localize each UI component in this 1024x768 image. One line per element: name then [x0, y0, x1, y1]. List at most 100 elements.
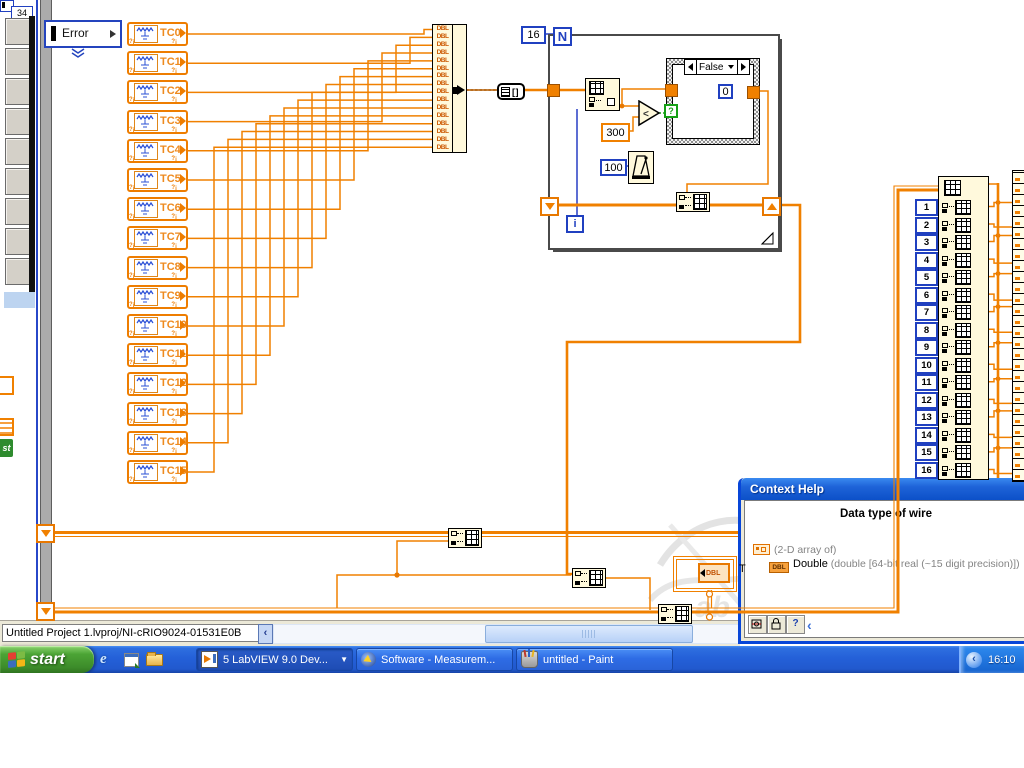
tc-io-node-tc15[interactable]: TC15 ?¡ ?¡ — [127, 460, 188, 484]
index-constant-14[interactable]: 14 — [915, 426, 938, 444]
tc-io-node-tc3[interactable]: TC3 ?¡ ?¡ — [127, 109, 188, 134]
shift-register-left-bottom[interactable] — [36, 602, 55, 621]
index-constant-5[interactable]: 5 — [915, 269, 938, 287]
loop-count-terminal[interactable]: N — [553, 27, 572, 46]
dbl-input-row: DBL — [436, 56, 449, 64]
tc-output-arrow-icon — [180, 86, 186, 97]
tc-output-arrow-icon — [180, 466, 186, 476]
index-constant-10[interactable]: 10 — [915, 356, 938, 374]
tc-mark: ?¡ — [171, 447, 177, 454]
case-value-constant[interactable]: 0 — [718, 84, 733, 99]
taskbar-item-max[interactable]: Software - Measurem... — [356, 648, 513, 671]
array-grid-icon — [955, 322, 971, 338]
case-output-tunnel[interactable] — [747, 86, 760, 99]
case-selector[interactable]: False — [684, 59, 751, 75]
index-constant-4[interactable]: 4 — [915, 251, 938, 269]
dbl-input-row: DBL — [436, 88, 449, 96]
index-constant-9[interactable]: 9 — [915, 339, 938, 357]
index-glyph — [942, 413, 954, 424]
taskbar-item-labview[interactable]: 5 LabVIEW 9.0 Dev... ▼ — [196, 648, 353, 671]
case-dropdown-icon[interactable] — [728, 65, 735, 69]
tc-io-node-tc2[interactable]: TC2 ?¡ ?¡ — [127, 80, 188, 105]
bundle-node-clipped[interactable] — [1012, 170, 1024, 482]
replace-array-subset-node-c[interactable] — [658, 604, 692, 624]
replace-array-subset-node-b[interactable] — [572, 568, 606, 588]
index-glyph — [589, 97, 601, 107]
index-array-node-large[interactable] — [938, 176, 989, 480]
tc-label: TC1 — [160, 56, 181, 69]
index-constant-1[interactable]: 1 — [915, 199, 938, 216]
index-constant-2[interactable]: 2 — [915, 216, 938, 234]
index-constant-15[interactable]: 15 — [915, 444, 938, 462]
array-to-cluster-node[interactable]: [ ] — [497, 83, 525, 100]
case-selector-label[interactable]: False — [697, 62, 725, 73]
desktop-quicklaunch-icon[interactable] — [124, 653, 140, 668]
element-out-icon — [607, 98, 615, 106]
case-next-icon[interactable] — [741, 63, 747, 71]
index-constant-7[interactable]: 7 — [915, 304, 938, 322]
tc-io-node-tc14[interactable]: TC14 ?¡ ?¡ — [127, 430, 188, 455]
tray-collapse-icon[interactable]: ‹ — [966, 651, 982, 668]
tc-io-node-tc0[interactable]: TC0 ?¡ ?¡ — [127, 22, 188, 46]
for-loop-shift-register-left[interactable] — [540, 197, 559, 216]
index-constant-16[interactable]: 16 — [915, 461, 938, 479]
index-array-node[interactable] — [585, 78, 620, 111]
tc-output-arrow-icon — [180, 261, 186, 272]
case-input-tunnel[interactable] — [665, 84, 678, 97]
less-than-node[interactable]: < — [638, 100, 661, 127]
array-grid-icon — [955, 340, 971, 356]
index-constant-12[interactable]: 12 — [915, 391, 938, 409]
for-loop-shift-register-right[interactable] — [762, 197, 781, 216]
build-array-output-glyph — [452, 85, 465, 95]
tc-mark: ?¡ — [129, 214, 135, 221]
index-constant-11[interactable]: 11 — [915, 374, 938, 392]
tc-io-node-tc1[interactable]: TC1 ?¡ ?¡ — [127, 51, 188, 76]
error-cluster-indicator[interactable]: Error — [44, 20, 122, 48]
iteration-terminal[interactable]: i — [566, 215, 584, 233]
replace-array-subset-node-loop[interactable] — [676, 192, 710, 212]
wait-ms-constant[interactable]: 100 — [600, 159, 627, 176]
folder-quicklaunch-icon[interactable] — [146, 652, 163, 666]
dbl-input-row: DBL — [436, 32, 449, 40]
tc-io-node-tc11[interactable]: TC11 ?¡ ?¡ — [127, 343, 188, 368]
case-selector-terminal[interactable]: ? — [664, 104, 678, 118]
tc-io-node-tc8[interactable]: TC8 ?¡ ?¡ — [127, 255, 188, 280]
dbl-indicator-terminal[interactable]: DBL — [698, 563, 730, 583]
case-prev-icon[interactable] — [688, 63, 693, 71]
threshold-constant[interactable]: 300 — [601, 123, 630, 142]
start-button[interactable]: start — [0, 646, 94, 673]
index-glyph — [942, 290, 954, 301]
thermocouple-icon — [134, 54, 158, 73]
error-label: Error — [62, 26, 89, 40]
index-constant-3[interactable]: 3 — [915, 234, 938, 252]
tc-io-node-tc4[interactable]: TC4 ?¡ ?¡ — [127, 138, 188, 163]
tc-io-node-tc13[interactable]: TC13 ?¡ ?¡ — [127, 401, 188, 426]
tc-io-node-tc12[interactable]: TC12 ?¡ ?¡ — [127, 372, 188, 397]
tc-io-node-tc5[interactable]: TC5 ?¡ ?¡ — [127, 168, 188, 192]
tc-io-node-tc10[interactable]: TC10 ?¡ ?¡ — [127, 314, 188, 338]
ie-quicklaunch-icon[interactable]: e — [100, 651, 117, 668]
replace-array-subset-node-a[interactable] — [448, 528, 482, 548]
wait-ms-node[interactable] — [628, 151, 654, 184]
build-array-node[interactable]: DBL DBL DBL DBL DBL DBL DBL DBL DBL DBL DBL DBL DBL D… — [432, 24, 467, 153]
index-constant-8[interactable]: 8 — [915, 321, 938, 339]
taskbar-clock[interactable]: 16:10 — [988, 654, 1016, 666]
windows-logo-icon — [8, 650, 26, 669]
thermocouple-icon — [134, 433, 158, 452]
thermocouple-icon — [134, 317, 158, 335]
shift-register-left-top[interactable] — [36, 524, 55, 543]
tc-io-node-tc7[interactable]: TC7 ?¡ ?¡ — [127, 226, 188, 251]
tc-mark: ?¡ — [129, 243, 135, 250]
tc-mark: ?¡ — [171, 68, 177, 75]
group-chevron-icon[interactable]: ▼ — [340, 655, 348, 664]
array-grid-icon — [955, 200, 971, 215]
taskbar-item-paint[interactable]: untitled - Paint — [516, 648, 673, 671]
tc-io-node-tc9[interactable]: TC9 ?¡ ?¡ — [127, 284, 188, 309]
index-constant-6[interactable]: 6 — [915, 286, 938, 304]
index-constant-13[interactable]: 13 — [915, 409, 938, 427]
loop-count-constant[interactable]: 16 — [521, 26, 546, 44]
tc-io-node-tc6[interactable]: TC6 ?¡ ?¡ — [127, 197, 188, 222]
dbl-input-row: DBL — [436, 143, 449, 151]
array-indicator-frame[interactable]: DBL — [673, 556, 737, 592]
for-loop-input-tunnel[interactable] — [547, 84, 560, 97]
